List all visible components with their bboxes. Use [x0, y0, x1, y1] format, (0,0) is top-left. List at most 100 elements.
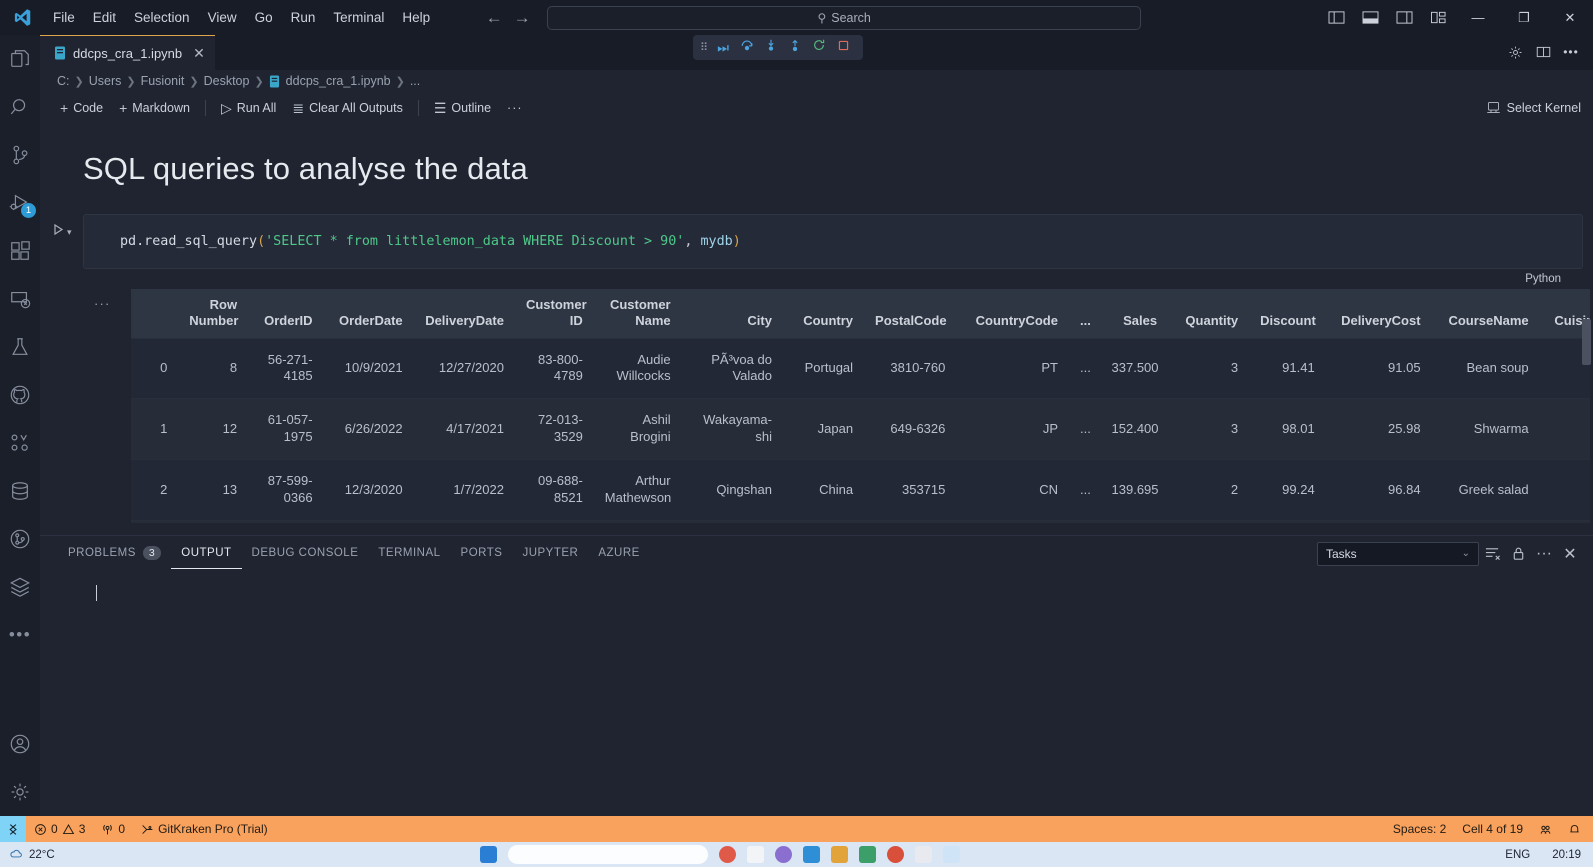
- output-more-actions-button[interactable]: ···: [94, 296, 111, 311]
- taskbar-vscode-icon[interactable]: [943, 846, 960, 863]
- debug-restart-icon[interactable]: [808, 38, 830, 57]
- add-code-cell-button[interactable]: + Code: [52, 98, 111, 118]
- panel-more-actions-button[interactable]: ···: [1531, 541, 1557, 567]
- menu-file[interactable]: File: [44, 0, 84, 35]
- forward-arrow-icon[interactable]: →: [511, 8, 533, 28]
- activity-git-graph[interactable]: [0, 515, 40, 563]
- taskbar-language[interactable]: ENG: [1505, 849, 1530, 861]
- breadcrumb-symbol[interactable]: ...: [410, 74, 420, 88]
- table-row[interactable]: 0 8 56-271-4185 10/9/2021 12/27/2020 83-…: [131, 337, 1590, 399]
- activity-settings[interactable]: [0, 768, 40, 816]
- cell-language-label[interactable]: Python: [83, 269, 1583, 285]
- activity-testing[interactable]: [0, 323, 40, 371]
- taskbar-app-icon[interactable]: [859, 846, 876, 863]
- editor-tab-close-icon[interactable]: ✕: [193, 45, 205, 62]
- taskbar-app-icon[interactable]: [803, 846, 820, 863]
- toggle-panel-icon[interactable]: [1353, 0, 1387, 35]
- status-notifications[interactable]: [1560, 816, 1589, 842]
- run-cell-button[interactable]: ▾: [52, 223, 72, 241]
- taskbar-app-icon[interactable]: [747, 846, 764, 863]
- taskbar-app-icon[interactable]: [719, 846, 736, 863]
- panel-tab-problems[interactable]: PROBLEMS 3: [58, 538, 171, 569]
- maximize-button[interactable]: ❐: [1501, 0, 1547, 35]
- activity-source-control[interactable]: [0, 131, 40, 179]
- output-content[interactable]: [40, 571, 1593, 606]
- panel-tab-terminal[interactable]: TERMINAL: [368, 539, 450, 568]
- table-row[interactable]: 3 27 00-465-7031 8/25/2020 9/3/2022 84-3…: [131, 519, 1590, 523]
- breadcrumb-desktop[interactable]: Desktop: [204, 74, 250, 88]
- select-kernel-button[interactable]: Select Kernel: [1486, 100, 1581, 115]
- markdown-cell-heading[interactable]: SQL queries to analyse the data: [40, 123, 1593, 187]
- minimize-button[interactable]: —: [1455, 0, 1501, 35]
- status-problems[interactable]: 0 3: [26, 816, 93, 842]
- menu-go[interactable]: Go: [246, 0, 282, 35]
- taskbar-app-icon[interactable]: [887, 846, 904, 863]
- customize-layout-icon[interactable]: [1421, 0, 1455, 35]
- panel-close-button[interactable]: ✕: [1557, 541, 1583, 567]
- activity-run-and-debug[interactable]: 1: [0, 179, 40, 227]
- status-ports[interactable]: 0: [93, 816, 133, 842]
- taskbar-app-icon[interactable]: [775, 846, 792, 863]
- menu-run[interactable]: Run: [282, 0, 325, 35]
- menu-terminal[interactable]: Terminal: [324, 0, 393, 35]
- status-spaces[interactable]: Spaces: 2: [1385, 816, 1454, 842]
- toggle-secondary-sidebar-icon[interactable]: [1387, 0, 1421, 35]
- taskbar-start-icon[interactable]: [480, 846, 497, 863]
- debug-step-into-icon[interactable]: [760, 38, 782, 57]
- chevron-down-icon[interactable]: ▾: [67, 227, 72, 238]
- activity-more-views[interactable]: •••: [0, 611, 40, 659]
- lock-scroll-button[interactable]: [1505, 541, 1531, 567]
- gear-icon[interactable]: [1503, 40, 1527, 64]
- status-cell-position[interactable]: Cell 4 of 19: [1454, 816, 1531, 842]
- drag-handle-icon[interactable]: ⠿: [697, 41, 710, 54]
- menu-view[interactable]: View: [199, 0, 246, 35]
- panel-tab-jupyter[interactable]: JUPYTER: [512, 539, 588, 568]
- status-live-share[interactable]: [1531, 816, 1560, 842]
- outline-button[interactable]: ☰ Outline: [426, 98, 499, 118]
- activity-explorer[interactable]: [0, 35, 40, 83]
- menu-selection[interactable]: Selection: [125, 0, 199, 35]
- activity-extensions[interactable]: [0, 227, 40, 275]
- notebook-vertical-scrollbar[interactable]: [1582, 289, 1591, 523]
- status-gitkraken[interactable]: GitKraken Pro (Trial): [133, 816, 276, 842]
- activity-layers[interactable]: [0, 563, 40, 611]
- taskbar-app-icon[interactable]: [831, 846, 848, 863]
- debug-step-over-icon[interactable]: [736, 38, 758, 57]
- debug-step-out-icon[interactable]: [784, 38, 806, 57]
- breadcrumb-fusionit[interactable]: Fusionit: [141, 74, 185, 88]
- run-all-button[interactable]: ▷ Run All: [213, 98, 284, 118]
- breadcrumb-drive[interactable]: C:: [57, 74, 70, 88]
- activity-remote-explorer[interactable]: [0, 275, 40, 323]
- panel-tab-ports[interactable]: PORTS: [451, 539, 513, 568]
- taskbar-search-box[interactable]: [508, 845, 708, 864]
- panel-tab-azure[interactable]: AZURE: [588, 539, 649, 568]
- code-editor[interactable]: pd.read_sql_query('SELECT * from littlel…: [83, 214, 1583, 269]
- output-channel-select[interactable]: Tasks ⌄: [1317, 541, 1479, 566]
- debug-stop-icon[interactable]: [832, 39, 854, 57]
- close-button[interactable]: ✕: [1547, 0, 1593, 35]
- back-arrow-icon[interactable]: ←: [483, 8, 505, 28]
- menu-help[interactable]: Help: [393, 0, 439, 35]
- add-markdown-cell-button[interactable]: + Markdown: [111, 98, 198, 118]
- activity-github[interactable]: [0, 371, 40, 419]
- command-search-bar[interactable]: ⚲ Search: [547, 5, 1142, 30]
- toggle-primary-sidebar-icon[interactable]: [1319, 0, 1353, 35]
- editor-tab-notebook[interactable]: ddcps_cra_1.ipynb ✕: [40, 35, 215, 70]
- activity-accounts[interactable]: [0, 720, 40, 768]
- split-editor-icon[interactable]: [1531, 40, 1555, 64]
- taskbar-clock[interactable]: 20:19: [1552, 849, 1581, 861]
- table-row[interactable]: 1 12 61-057-1975 6/26/2022 4/17/2021 72-…: [131, 398, 1590, 460]
- breadcrumb-file[interactable]: ddcps_cra_1.ipynb: [286, 74, 391, 88]
- menu-edit[interactable]: Edit: [84, 0, 125, 35]
- table-row[interactable]: 2 13 87-599-0366 12/3/2020 1/7/2022 09-6…: [131, 459, 1590, 521]
- panel-tab-output[interactable]: OUTPUT: [171, 539, 242, 569]
- toolbar-more-button[interactable]: ···: [499, 99, 531, 117]
- clear-all-outputs-button[interactable]: ≣ Clear All Outputs: [284, 98, 411, 118]
- clear-output-button[interactable]: [1479, 541, 1505, 567]
- dataframe-scroll-container[interactable]: Row Number OrderID OrderDate DeliveryDat…: [131, 289, 1590, 523]
- breadcrumb-users[interactable]: Users: [89, 74, 122, 88]
- editor-more-actions-icon[interactable]: •••: [1559, 40, 1583, 64]
- activity-jupyter[interactable]: [0, 419, 40, 467]
- scrollbar-thumb[interactable]: [1582, 319, 1591, 365]
- taskbar-app-icon[interactable]: [915, 846, 932, 863]
